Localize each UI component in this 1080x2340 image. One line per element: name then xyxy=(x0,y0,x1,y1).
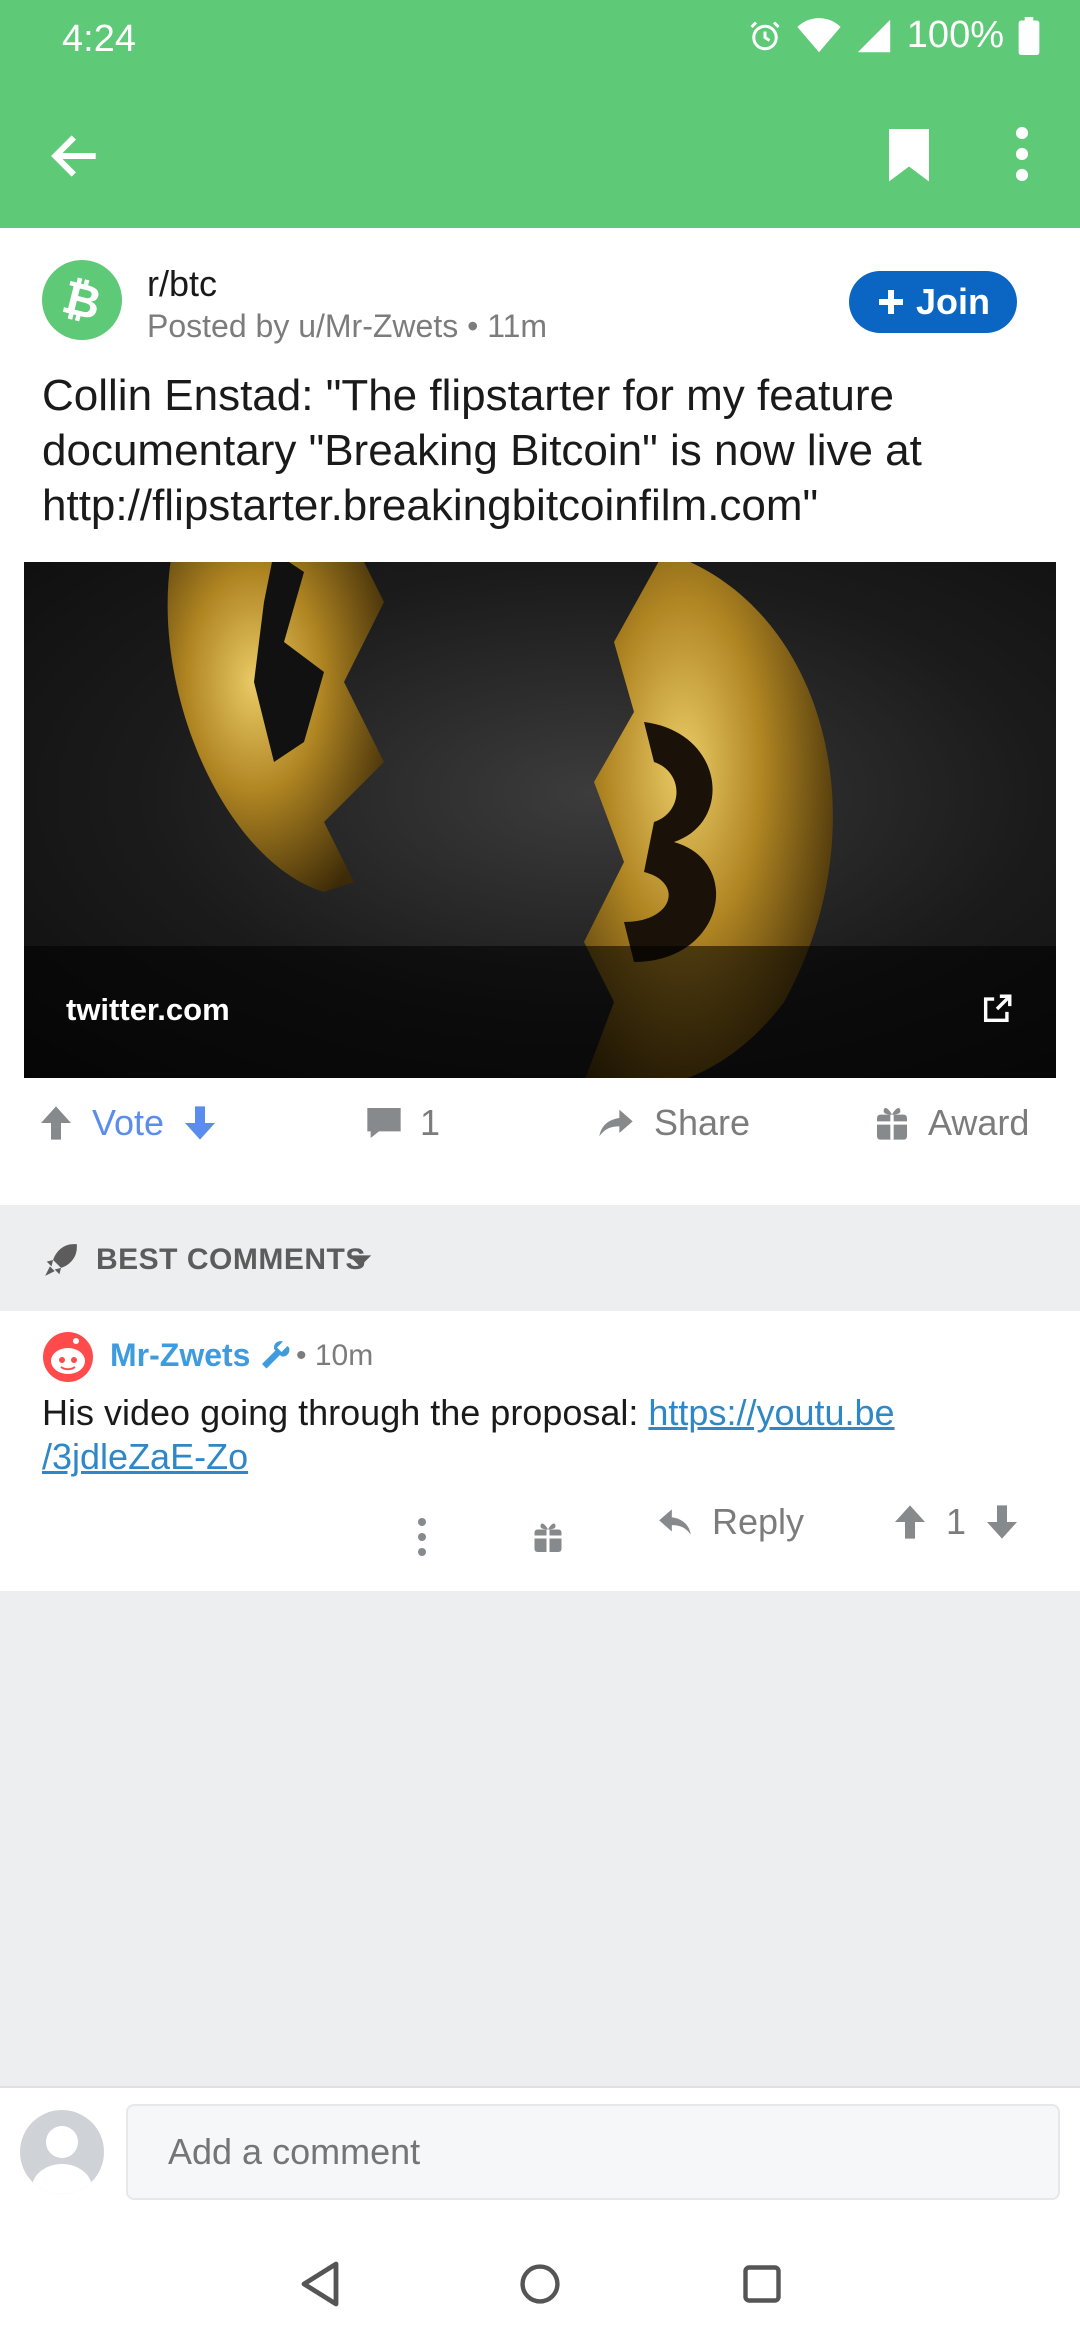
reply-button[interactable]: Reply xyxy=(654,1501,804,1543)
comment-sort-bar[interactable]: BEST COMMENTS xyxy=(0,1205,1080,1311)
comment-author[interactable]: Mr-Zwets xyxy=(110,1337,250,1374)
plus-icon xyxy=(878,290,903,314)
user-icon xyxy=(32,2126,92,2194)
link-domain: twitter.com xyxy=(66,992,230,1027)
more-vertical-icon[interactable] xyxy=(1006,126,1038,182)
upvote-icon[interactable] xyxy=(890,1502,930,1542)
comment-text: His video going through the proposal: xyxy=(42,1392,649,1433)
join-button[interactable]: Join xyxy=(849,271,1017,333)
gift-icon[interactable] xyxy=(530,1519,566,1555)
battery-icon xyxy=(1018,16,1040,55)
system-nav-bar xyxy=(0,2238,1080,2340)
comment-item: Mr-Zwets • 10m His video going through t… xyxy=(0,1311,1080,1591)
comment-count: 1 xyxy=(420,1102,441,1143)
nav-recents-icon[interactable] xyxy=(740,2260,784,2308)
post-meta: Posted by u/Mr-Zwets • 11m xyxy=(147,308,548,344)
caret-down-icon xyxy=(348,1255,372,1267)
award-button[interactable]: Award xyxy=(872,1102,1029,1144)
award-label: Award xyxy=(928,1102,1030,1143)
comment-icon xyxy=(367,1108,401,1138)
share-button[interactable]: Share xyxy=(594,1102,750,1144)
nav-back-icon[interactable] xyxy=(298,2260,342,2308)
bottom-bar xyxy=(0,2086,1080,2340)
comments-button[interactable]: 1 xyxy=(364,1102,440,1144)
snoo-avatar-icon[interactable] xyxy=(42,1331,94,1383)
wifi-icon xyxy=(797,17,841,52)
signal-icon xyxy=(857,19,890,52)
nav-home-icon[interactable] xyxy=(518,2260,562,2308)
comment-age: • 10m xyxy=(296,1339,374,1372)
vote-group: Vote xyxy=(36,1102,220,1144)
share-label: Share xyxy=(654,1102,751,1143)
post-title[interactable]: Collin Enstad: "The flipstarter for my f… xyxy=(42,368,1042,533)
rocket-icon xyxy=(45,1244,77,1276)
preview-image: twitter.com xyxy=(24,562,1056,1078)
add-comment-input[interactable] xyxy=(126,2104,1060,2200)
comment-link-line2: /3jdleZaE-Zo xyxy=(42,1436,249,1477)
svg-text:₿: ₿ xyxy=(57,269,106,330)
comment-vote-group: 1 xyxy=(890,1501,1022,1543)
reply-icon xyxy=(659,1509,691,1535)
link-preview[interactable]: twitter.com xyxy=(24,562,1056,1306)
upvote-icon[interactable] xyxy=(36,1103,76,1143)
downvote-icon[interactable] xyxy=(982,1502,1022,1542)
bitcoin-icon: ₿ xyxy=(57,269,106,330)
more-vertical-icon[interactable] xyxy=(412,1517,432,1557)
external-link-icon xyxy=(983,994,1012,1023)
subreddit-avatar[interactable]: ₿ xyxy=(42,260,122,340)
wrench-icon xyxy=(262,1341,290,1369)
post-card: ₿ r/btc Posted by u/Mr-Zwets • 11m Join … xyxy=(0,228,1080,1205)
alarm-icon xyxy=(750,20,780,50)
app-bar xyxy=(0,80,1080,228)
link-bar: twitter.com xyxy=(24,946,1056,1078)
vote-label: Vote xyxy=(92,1102,165,1143)
share-icon xyxy=(599,1109,633,1137)
comment-body: His video going through the proposal: ht… xyxy=(42,1391,1042,1479)
comment-score: 1 xyxy=(946,1501,967,1542)
arrow-left-icon[interactable] xyxy=(46,120,102,192)
post-actions: Vote 1 Share Award xyxy=(0,1082,1080,1182)
sort-label: BEST COMMENTS xyxy=(96,1243,366,1276)
status-bar: 4:24 100% xyxy=(0,0,1080,80)
downvote-icon[interactable] xyxy=(180,1103,220,1143)
join-label: Join xyxy=(915,281,990,322)
gift-icon xyxy=(877,1108,907,1140)
comment-link-line1: https://youtu.be xyxy=(648,1392,895,1433)
reply-label: Reply xyxy=(712,1501,805,1542)
user-avatar xyxy=(20,2110,104,2194)
status-time: 4:24 xyxy=(62,18,136,60)
subreddit-name[interactable]: r/btc xyxy=(147,263,217,305)
battery-percent: 100% xyxy=(906,14,1004,56)
bookmark-icon[interactable] xyxy=(884,124,934,184)
